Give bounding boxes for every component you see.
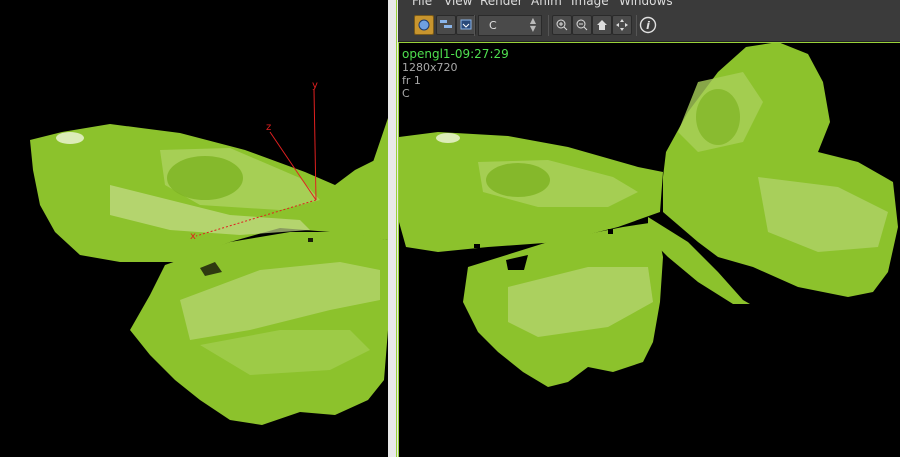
export-button[interactable] (456, 15, 476, 35)
menu-bar: File View Render Anim Image Windows (398, 0, 900, 10)
render-name: opengl1-09:27:29 (402, 47, 509, 61)
render-viewer[interactable]: opengl1-09:27:29 1280x720 fr 1 C (398, 42, 900, 457)
butterfly-scene: y z x (30, 80, 388, 425)
zoom-in-button[interactable] (552, 15, 572, 35)
axis-y-label: y (312, 80, 318, 91)
upper-wing-edge (372, 118, 388, 240)
layers-icon (440, 20, 452, 28)
display-icon (418, 19, 430, 31)
spinner-arrows-icon: ▲ ▼ (529, 16, 536, 33)
zoom-out-button[interactable] (572, 15, 592, 35)
render-channel: C (402, 87, 410, 100)
scene-viewport[interactable]: y z x (0, 0, 388, 457)
display-button[interactable] (414, 15, 434, 35)
zoom-in-icon (556, 19, 568, 31)
menu-windows[interactable]: Windows (619, 0, 673, 8)
zoom-out-icon (576, 19, 588, 31)
home-icon (597, 20, 607, 30)
render-view-panel: File View Render Anim Image Windows C ▲ … (398, 0, 900, 457)
menu-file[interactable]: File (412, 0, 432, 8)
export-icon (460, 19, 472, 30)
axis-x-label: x (190, 231, 196, 242)
axis-z-label: z (266, 122, 271, 133)
menu-anim[interactable]: Anim (531, 0, 562, 8)
channel-value: C (489, 19, 497, 32)
menu-view[interactable]: View (444, 0, 472, 8)
render-frame: fr 1 (402, 74, 421, 87)
channel-select[interactable]: C ▲ ▼ (478, 15, 542, 36)
fit-button[interactable] (612, 15, 632, 35)
render-resolution: 1280x720 (402, 61, 458, 74)
rendered-butterfly (399, 42, 898, 387)
layers-button[interactable] (436, 15, 456, 35)
info-icon: i (639, 16, 657, 34)
info-button[interactable]: i (639, 16, 657, 34)
menu-image[interactable]: Image (571, 0, 609, 8)
home-button[interactable] (592, 15, 612, 35)
pane-splitter[interactable] (388, 0, 398, 457)
svg-text:i: i (646, 19, 650, 32)
fit-icon (616, 19, 628, 31)
render-info-overlay: opengl1-09:27:29 1280x720 fr 1 C (402, 47, 509, 101)
viewer-toolbar: C ▲ ▼ i (398, 10, 900, 42)
menu-render[interactable]: Render (480, 0, 523, 8)
